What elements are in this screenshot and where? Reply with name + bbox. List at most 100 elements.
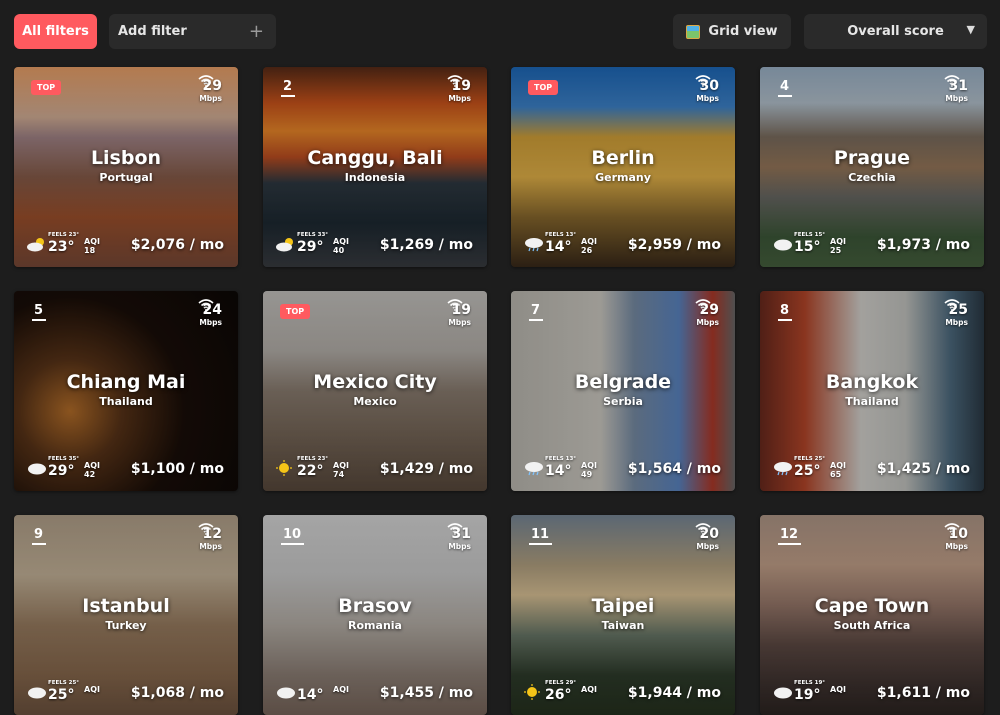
cloud-sun-icon	[26, 236, 48, 252]
city-name: Brasov	[338, 595, 412, 617]
city-card[interactable]: 12 10 Mbps Cape Town South Africa FEELS 19° 19…	[760, 515, 984, 715]
feels-like: FEELS 23°	[48, 232, 80, 238]
rank-number: 11	[529, 527, 553, 545]
city-card[interactable]: 7 29 Mbps Belgrade Serbia FEELS 13° 14° AQI 49 $1…	[511, 291, 735, 491]
temperature: 15°	[794, 239, 821, 255]
aqi-value: 74	[333, 470, 345, 479]
sort-select[interactable]: Overall score ▼	[804, 14, 987, 49]
monthly-cost: $1,269 / mo	[379, 237, 473, 253]
city-card[interactable]: 8 25 Mbps Bangkok Thailand FEELS 25° 25° AQI 65 $…	[760, 291, 984, 491]
plus-icon: +	[248, 21, 264, 42]
speed-value: 24	[202, 302, 222, 318]
internet-speed: 31 Mbps	[448, 526, 471, 552]
air-quality: AQI 40	[333, 237, 349, 255]
country-name: Turkey	[105, 619, 147, 632]
temperature: 14°	[297, 687, 324, 703]
cloud-icon	[26, 460, 48, 476]
air-quality: AQI	[84, 685, 100, 694]
monthly-cost: $2,076 / mo	[130, 237, 224, 253]
aqi-label: AQI	[581, 685, 597, 694]
cloud-rain-icon	[523, 460, 545, 476]
aqi-value: 40	[333, 246, 345, 255]
city-card[interactable]: TOP 30 Mbps Berlin Germany FEELS 13° 14° AQI 26 $…	[511, 67, 735, 267]
aqi-value: 18	[84, 246, 96, 255]
country-name: Serbia	[603, 395, 643, 408]
city-name: Istanbul	[82, 595, 170, 617]
city-name: Lisbon	[90, 147, 162, 169]
feels-like: FEELS 29°	[545, 680, 577, 686]
air-quality: AQI 49	[581, 461, 597, 479]
air-quality: AQI 25	[830, 237, 846, 255]
speed-value: 31	[451, 526, 471, 542]
grid-view-icon	[686, 24, 701, 39]
add-filter-label: Add filter	[118, 24, 187, 39]
air-quality: AQI 65	[830, 461, 846, 479]
monthly-cost: $1,068 / mo	[130, 685, 224, 701]
top-badge: TOP	[31, 80, 62, 95]
temperature: 14°	[545, 239, 572, 255]
city-card[interactable]: TOP 29 Mbps Lisbon Portugal FEELS 23° 23° AQI 18…	[14, 67, 238, 267]
feels-like: FEELS 13°	[545, 456, 577, 462]
internet-speed: 25 Mbps	[945, 302, 968, 328]
country-name: Portugal	[99, 171, 153, 184]
speed-value: 31	[948, 78, 968, 94]
speed-value: 30	[699, 78, 719, 94]
temperature: 23°	[48, 239, 75, 255]
city-card[interactable]: 4 31 Mbps Prague Czechia FEELS 15° 15° AQI 25 $1,…	[760, 67, 984, 267]
air-quality: AQI 42	[84, 461, 100, 479]
country-name: Romania	[348, 619, 402, 632]
rank-number: 9	[32, 527, 47, 545]
top-badge: TOP	[280, 304, 311, 319]
cloud-icon	[772, 236, 794, 252]
cloud-sun-icon	[275, 236, 297, 252]
aqi-value: 49	[581, 470, 593, 479]
city-card[interactable]: 9 12 Mbps Istanbul Turkey FEELS 25° 25° AQI $1,0…	[14, 515, 238, 715]
speed-unit: Mbps	[448, 94, 471, 103]
speed-value: 29	[699, 302, 719, 318]
country-name: Mexico	[353, 395, 397, 408]
aqi-label: AQI	[84, 685, 100, 694]
chevron-down-icon: ▼	[966, 23, 975, 36]
feels-like: FEELS 15°	[794, 232, 826, 238]
aqi-label: AQI	[333, 461, 349, 470]
aqi-value: 26	[581, 246, 593, 255]
grid-view-button[interactable]: Grid view	[673, 14, 791, 49]
country-name: Germany	[595, 171, 651, 184]
air-quality: AQI	[830, 685, 846, 694]
aqi-value: 65	[830, 470, 842, 479]
monthly-cost: $2,959 / mo	[627, 237, 721, 253]
speed-unit: Mbps	[945, 542, 968, 551]
monthly-cost: $1,944 / mo	[627, 685, 721, 701]
speed-value: 25	[948, 302, 968, 318]
aqi-label: AQI	[84, 237, 100, 246]
top-badge: TOP	[528, 80, 559, 95]
cloud-rain-icon	[523, 236, 545, 252]
aqi-label: AQI	[581, 237, 597, 246]
city-card[interactable]: 11 20 Mbps Taipei Taiwan FEELS 29° 26° AQI $1,94…	[511, 515, 735, 715]
city-name: Canggu, Bali	[307, 147, 443, 169]
internet-speed: 10 Mbps	[945, 527, 968, 552]
feels-like: FEELS 19°	[794, 680, 826, 686]
aqi-label: AQI	[84, 461, 100, 470]
city-name: Taipei	[591, 595, 655, 617]
internet-speed: 29 Mbps	[696, 302, 719, 328]
speed-unit: Mbps	[945, 94, 968, 103]
speed-value: 12	[202, 526, 222, 542]
add-filter-button[interactable]: Add filter +	[109, 14, 276, 49]
temperature: 22°	[297, 463, 324, 479]
temperature: 25°	[48, 687, 75, 703]
city-card[interactable]: TOP 19 Mbps Mexico City Mexico FEELS 23° 22° AQ…	[263, 291, 487, 491]
sun-icon	[523, 684, 545, 700]
city-card[interactable]: 5 24 Mbps Chiang Mai Thailand FEELS 35° 29° AQI…	[14, 291, 238, 491]
internet-speed: 19 Mbps	[448, 303, 471, 328]
city-name: Prague	[833, 147, 911, 169]
city-card[interactable]: 10 31 Mbps Brasov Romania 14° AQI $1,455 / mo	[263, 515, 487, 715]
internet-speed: 30 Mbps	[696, 78, 719, 104]
monthly-cost: $1,429 / mo	[379, 461, 473, 477]
all-filters-button[interactable]: All filters	[14, 14, 97, 49]
city-card[interactable]: 2 19 Mbps Canggu, Bali Indonesia FEELS 33° 29°…	[263, 67, 487, 267]
monthly-cost: $1,455 / mo	[379, 685, 473, 701]
feels-like: FEELS 35°	[48, 456, 80, 462]
cloud-rain-icon	[772, 460, 794, 476]
speed-value: 19	[451, 78, 471, 94]
